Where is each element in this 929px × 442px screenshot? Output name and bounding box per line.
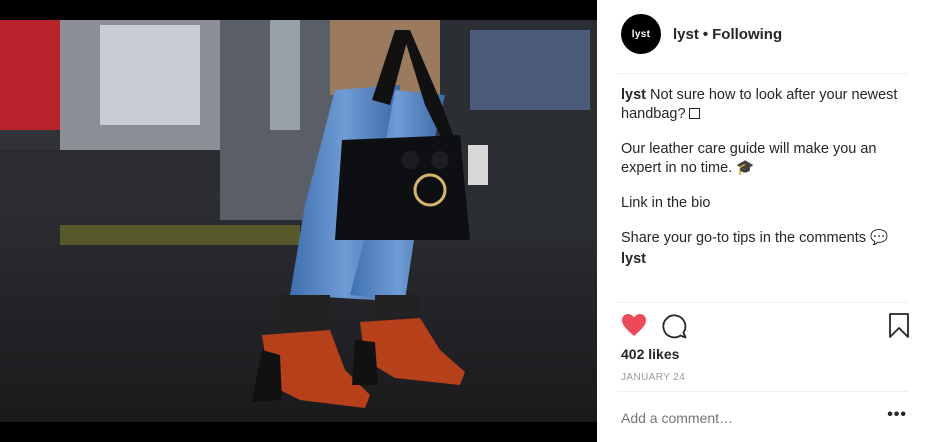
caption-tag-username[interactable]: lyst (621, 250, 901, 269)
header-text: lyst • Following (673, 26, 782, 43)
avatar[interactable]: lyst (621, 14, 661, 54)
caption-text-3: Link in the bio (621, 195, 711, 211)
action-bar (621, 313, 909, 339)
caption-username[interactable]: lyst (621, 87, 646, 103)
caption-text-1: Not sure how to look after your newest h… (621, 87, 898, 122)
following-button[interactable]: Following (712, 26, 782, 43)
comment-divider (617, 391, 909, 392)
post-date[interactable]: JANUARY 24 (621, 372, 685, 383)
more-options-icon[interactable]: ••• (887, 406, 907, 424)
heart-icon[interactable] (621, 313, 647, 342)
bookmark-icon[interactable] (889, 313, 909, 343)
username-link[interactable]: lyst (673, 26, 699, 43)
caption: lyst Not sure how to look after your new… (621, 86, 901, 269)
header-divider (617, 73, 909, 74)
unknown-glyph-icon (688, 108, 700, 119)
avatar-logo-text: lyst (631, 28, 651, 40)
add-comment-input[interactable] (621, 410, 861, 426)
comment-icon[interactable] (661, 313, 687, 344)
likes-count[interactable]: 402 likes (621, 346, 679, 362)
caption-text-2: Our leather care guide will make you an … (621, 141, 877, 176)
caption-line1: lyst Not sure how to look after your new… (621, 86, 901, 124)
post-image[interactable] (0, 0, 597, 442)
separator-dot: • (702, 25, 709, 43)
post-sidebar: lyst lyst • Following lyst Not sure how to… (597, 0, 929, 442)
actions-divider (617, 302, 909, 303)
post-header: lyst lyst • Following (621, 14, 782, 54)
caption-text-4: Share your go-to tips in the comments 💬 (621, 230, 889, 246)
